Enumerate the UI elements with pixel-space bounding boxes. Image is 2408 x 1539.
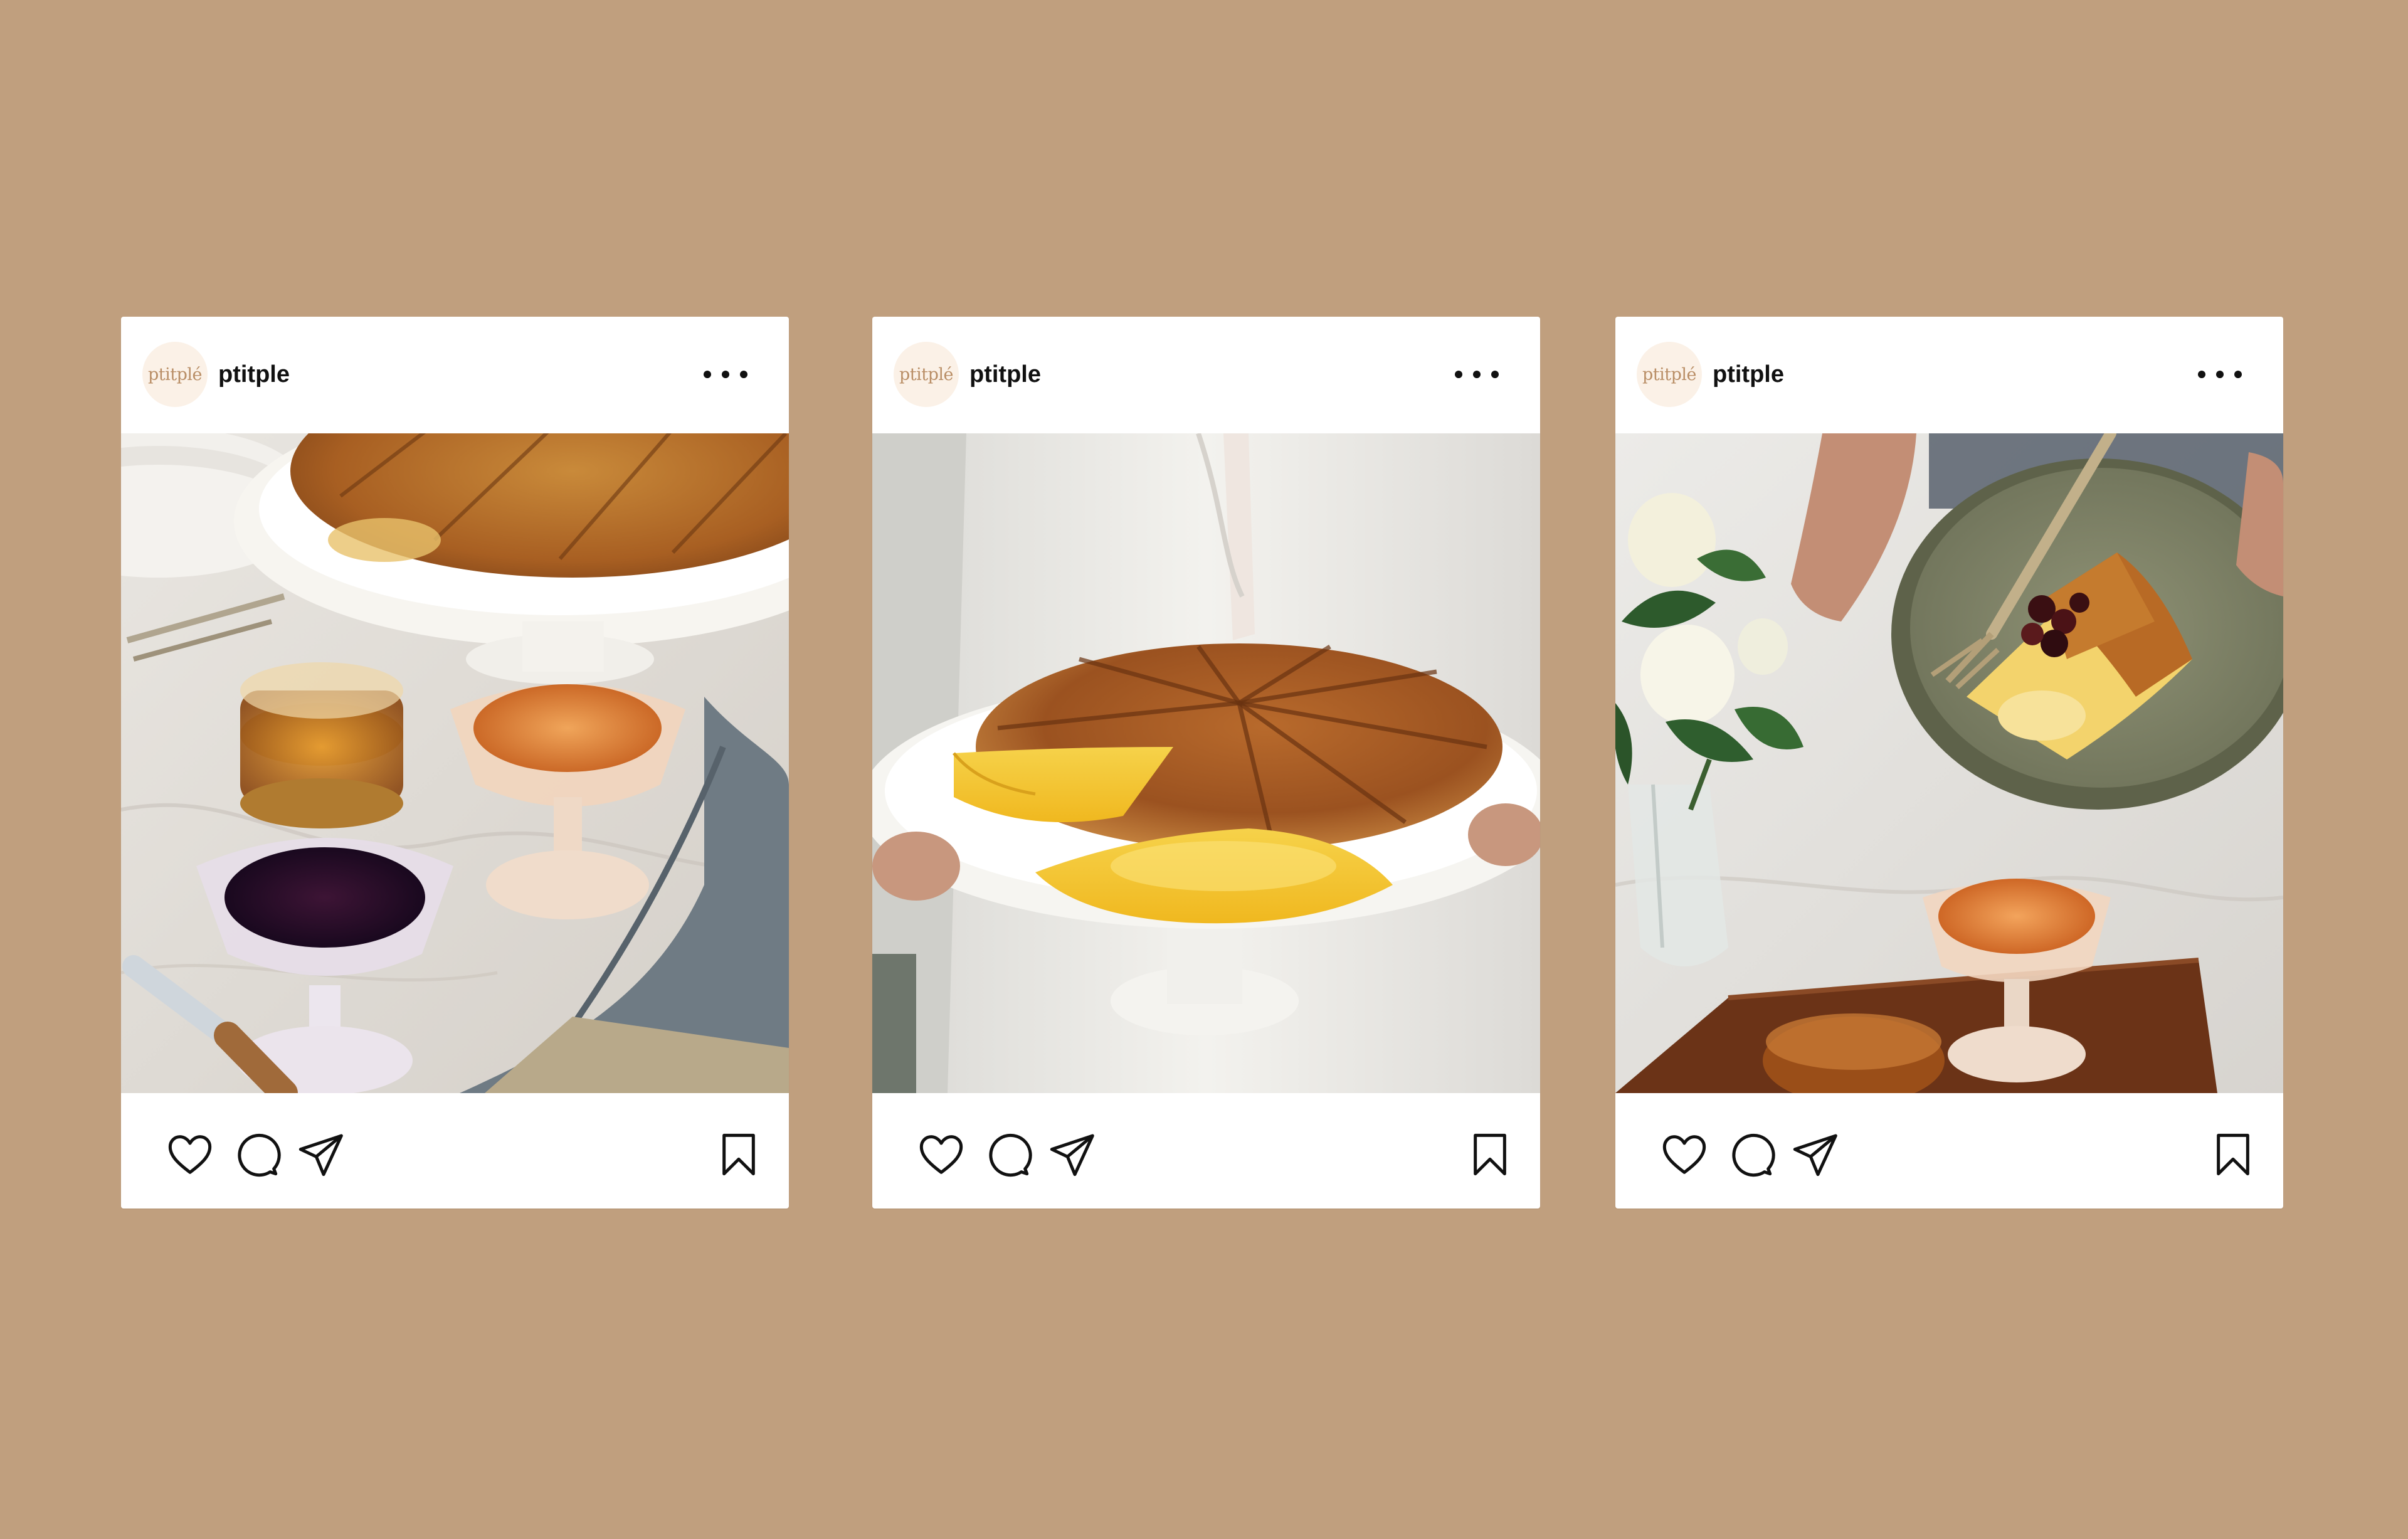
photo-galette-slice-plate bbox=[1615, 433, 2283, 1093]
instagram-post: ptitplé ptitple bbox=[121, 317, 789, 1208]
photo-galette-with-jams bbox=[121, 433, 789, 1093]
comment-icon[interactable] bbox=[982, 1129, 1032, 1180]
post-photo[interactable] bbox=[872, 433, 1540, 1093]
heart-icon[interactable] bbox=[916, 1129, 966, 1180]
avatar-logo-text: ptitplé bbox=[1642, 364, 1697, 384]
username[interactable]: ptitple bbox=[1713, 361, 1784, 388]
post-header: ptitplé ptitple bbox=[121, 317, 789, 433]
send-icon[interactable] bbox=[295, 1129, 346, 1180]
more-options-icon[interactable] bbox=[704, 362, 747, 387]
avatar-logo-text: ptitplé bbox=[899, 364, 954, 384]
avatar[interactable]: ptitplé bbox=[142, 342, 208, 407]
more-dot bbox=[2234, 371, 2242, 378]
post-header: ptitplé ptitple bbox=[872, 317, 1540, 433]
comment-icon[interactable] bbox=[231, 1129, 281, 1180]
more-options-icon[interactable] bbox=[1455, 362, 1499, 387]
photo-cut-galette bbox=[872, 433, 1540, 1093]
instagram-post: ptitplé ptitple bbox=[1615, 317, 2283, 1208]
post-photo[interactable] bbox=[121, 433, 789, 1093]
avatar-logo-text: ptitplé bbox=[147, 364, 203, 384]
more-dot bbox=[740, 371, 747, 378]
more-dot bbox=[1473, 371, 1481, 378]
avatar[interactable]: ptitplé bbox=[1637, 342, 1702, 407]
heart-icon[interactable] bbox=[1659, 1129, 1709, 1180]
comment-icon[interactable] bbox=[1725, 1129, 1775, 1180]
bookmark-icon[interactable] bbox=[2208, 1129, 2258, 1180]
post-photo[interactable] bbox=[1615, 433, 2283, 1093]
post-actions bbox=[1615, 1093, 2283, 1208]
post-header: ptitplé ptitple bbox=[1615, 317, 2283, 433]
bookmark-icon[interactable] bbox=[714, 1129, 764, 1180]
more-dot bbox=[722, 371, 729, 378]
more-dot bbox=[704, 371, 711, 378]
post-actions bbox=[872, 1093, 1540, 1208]
instagram-post: ptitplé ptitple bbox=[872, 317, 1540, 1208]
more-dot bbox=[2198, 371, 2205, 378]
send-icon[interactable] bbox=[1790, 1129, 1840, 1180]
more-dot bbox=[1455, 371, 1462, 378]
more-dot bbox=[1491, 371, 1499, 378]
username[interactable]: ptitple bbox=[218, 361, 290, 388]
username[interactable]: ptitple bbox=[969, 361, 1041, 388]
post-actions bbox=[121, 1093, 789, 1208]
more-options-icon[interactable] bbox=[2198, 362, 2242, 387]
more-dot bbox=[2216, 371, 2224, 378]
mockup-background: ptitplé ptitple ptitplé ptitple ptitplé … bbox=[0, 0, 2408, 1539]
bookmark-icon[interactable] bbox=[1465, 1129, 1515, 1180]
send-icon[interactable] bbox=[1047, 1129, 1097, 1180]
avatar[interactable]: ptitplé bbox=[894, 342, 959, 407]
heart-icon[interactable] bbox=[165, 1129, 215, 1180]
